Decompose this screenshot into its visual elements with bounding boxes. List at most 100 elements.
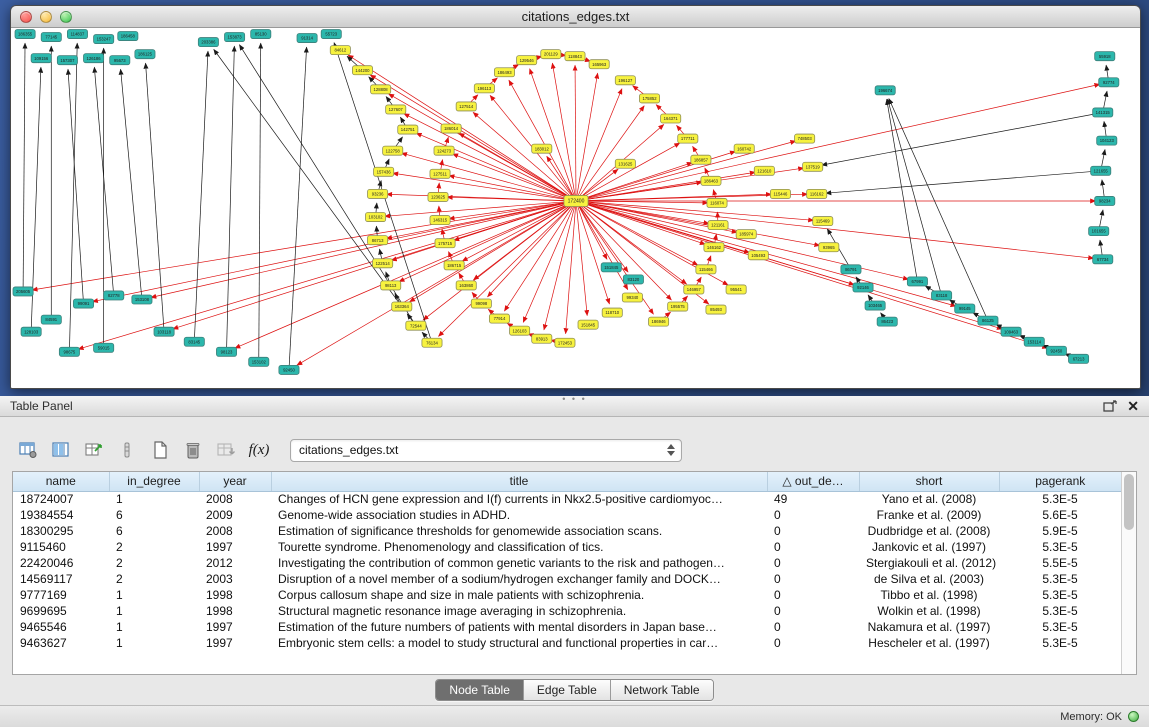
table-cell[interactable]: 1998 [199,587,271,603]
table-cell[interactable]: 2 [109,555,199,571]
graph-node[interactable]: 127607 [386,105,406,114]
graph-node[interactable]: 92450 [279,365,299,374]
table-cell[interactable]: 5.5E-5 [999,555,1121,571]
table-cell[interactable]: 2 [109,571,199,587]
graph-node[interactable]: 186463 [701,176,721,185]
table-row[interactable]: 946554611997Estimation of the future num… [13,619,1121,635]
table-cell[interactable]: Estimation of significance thresholds fo… [271,523,767,539]
import-table-button[interactable] [212,437,240,463]
graph-node[interactable]: 186458 [118,32,138,41]
graph-node[interactable]: 195575 [668,302,688,311]
table-cell[interactable]: 1 [109,603,199,619]
table-cell[interactable]: 19384554 [13,507,109,523]
table-cell[interactable]: 49 [767,491,859,507]
table-cell[interactable]: Disruption of a novel member of a sodium… [271,571,767,587]
graph-node[interactable]: 157307 [57,56,77,65]
graph-node[interactable]: 77145 [41,33,61,42]
graph-node[interactable]: 98675 [59,347,79,356]
graph-node[interactable]: 126103 [510,326,530,335]
graph-node[interactable]: 153108 [132,295,152,304]
column-header[interactable]: in_degree [109,472,199,491]
table-cell[interactable]: 1 [109,491,199,507]
graph-node[interactable]: 165963 [589,60,609,69]
table-cell[interactable]: 0 [767,507,859,523]
graph-node[interactable]: 131625 [615,159,635,168]
graph-node[interactable]: 82778 [104,291,124,300]
table-cell[interactable]: Corpus callosum shape and size in male p… [271,587,767,603]
close-panel-icon[interactable]: ✕ [1127,399,1139,413]
graph-node[interactable]: 72544 [406,321,426,330]
table-cell[interactable]: 6 [109,507,199,523]
table-cell[interactable]: Wolkin et al. (1998) [859,603,999,619]
graph-node[interactable]: 127511 [430,169,450,178]
graph-node[interactable]: 86423 [877,317,897,326]
table-cell[interactable]: 0 [767,619,859,635]
graph-node[interactable]: 114837 [67,30,87,39]
table-cell[interactable]: 0 [767,523,859,539]
graph-node[interactable]: 203386 [198,38,218,47]
table-cell[interactable]: 1 [109,587,199,603]
table-cell[interactable]: 2 [109,539,199,555]
graph-node[interactable]: 85493 [706,305,726,314]
graph-node[interactable]: 157436 [374,167,394,176]
graph-node[interactable]: 118843 [565,52,585,61]
graph-node[interactable]: 142751 [398,125,418,134]
graph-node[interactable]: 98123 [216,347,236,356]
table-cell[interactable]: Changes of HCN gene expression and I(f) … [271,491,767,507]
table-cell[interactable]: 5.3E-5 [999,539,1121,555]
close-window-button[interactable] [20,11,32,23]
graph-node[interactable]: 121161 [708,221,728,230]
table-cell[interactable]: 9115460 [13,539,109,555]
graph-node[interactable]: 186715 [444,261,464,270]
table-cell[interactable]: 5.3E-5 [999,571,1121,587]
table-scroll-region[interactable]: namein_degreeyeartitle△ out_de…shortpage… [13,472,1121,674]
scrollbar-thumb[interactable] [1124,474,1134,530]
graph-node[interactable]: 103102 [366,213,386,222]
zoom-window-button[interactable] [60,11,72,23]
table-cell[interactable]: 0 [767,635,859,651]
table-cell[interactable]: 5.3E-5 [999,635,1121,651]
table-cell[interactable]: 2012 [199,555,271,571]
table-cell[interactable]: 9465546 [13,619,109,635]
graph-node[interactable]: 115466 [696,265,716,274]
tab-edge-table[interactable]: Edge Table [523,680,610,700]
graph-node[interactable]: 748503 [795,134,815,143]
toggle-columns-button[interactable] [47,437,75,463]
graph-node[interactable]: 116162 [807,189,827,198]
column-header[interactable]: pagerank [999,472,1121,491]
table-cell[interactable]: 18300295 [13,523,109,539]
graph-node[interactable]: 186493 [494,68,514,77]
table-row[interactable]: 1830029562008Estimation of significance … [13,523,1121,539]
table-cell[interactable]: 0 [767,555,859,571]
edit-values-button[interactable] [80,437,108,463]
graph-node[interactable]: 83913 [532,334,552,343]
graph-node[interactable]: 123625 [428,192,448,201]
graph-node[interactable]: 84591 [41,315,61,324]
table-cell[interactable]: Genome-wide association studies in ADHD. [271,507,767,523]
graph-node[interactable]: 92146 [853,283,873,292]
graph-node[interactable]: 183012 [532,144,552,153]
graph-node[interactable]: 153873 [225,33,245,42]
graph-node[interactable]: 121610 [754,166,774,175]
graph-node[interactable]: 175715 [435,239,455,248]
window-titlebar[interactable]: citations_edges.txt [11,6,1140,28]
graph-node[interactable]: 67991 [907,277,927,286]
graph-node[interactable]: 83145 [184,337,204,346]
row-tools-button[interactable] [113,437,141,463]
graph-node[interactable]: 118710 [602,308,622,317]
graph-node[interactable]: 98234 [1095,196,1115,205]
table-cell[interactable]: 14569117 [13,571,109,587]
graph-hub-node[interactable]: 172400 [564,195,588,206]
graph-node[interactable]: 101655 [1089,227,1109,236]
table-cell[interactable]: Stergiakouli et al. (2012) [859,555,999,571]
column-header[interactable]: name [13,472,109,491]
table-cell[interactable]: 5.3E-5 [999,587,1121,603]
panel-resize-grip[interactable]: • • • [562,396,586,402]
graph-node[interactable]: 83118 [932,291,952,300]
table-cell[interactable]: Jankovic et al. (1997) [859,539,999,555]
table-cell[interactable]: 0 [767,571,859,587]
graph-node[interactable]: 205605 [13,287,33,296]
graph-node[interactable]: 153102 [249,357,269,366]
graph-node[interactable]: 105493 [748,251,768,260]
graph-node[interactable]: 99091 [73,299,93,308]
